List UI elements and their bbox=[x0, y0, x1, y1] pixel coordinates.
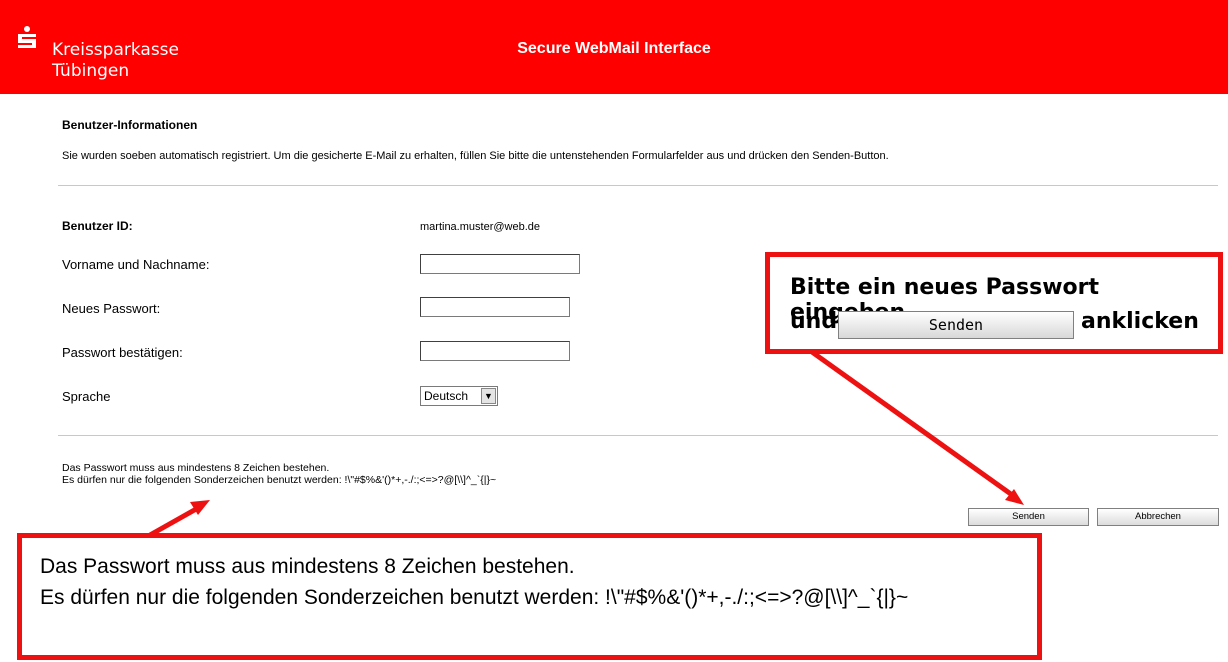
arrow-to-send-button bbox=[810, 349, 1017, 500]
callout-rule-length: Das Passwort muss aus mindestens 8 Zeich… bbox=[40, 555, 575, 578]
callout-instruction-und: und bbox=[790, 309, 838, 334]
callout-send-button-image: Senden bbox=[838, 311, 1074, 339]
callout-password-rules: Das Passwort muss aus mindestens 8 Zeich… bbox=[17, 533, 1042, 660]
callout-rule-chars: Es dürfen nur die folgenden Sonderzeiche… bbox=[40, 586, 909, 609]
arrow-to-password-rules bbox=[148, 505, 200, 538]
callout-instruction-anklicken: anklicken bbox=[1081, 309, 1199, 334]
callout-send-instruction: Bitte ein neues Passwort eingeben und Se… bbox=[765, 252, 1223, 354]
